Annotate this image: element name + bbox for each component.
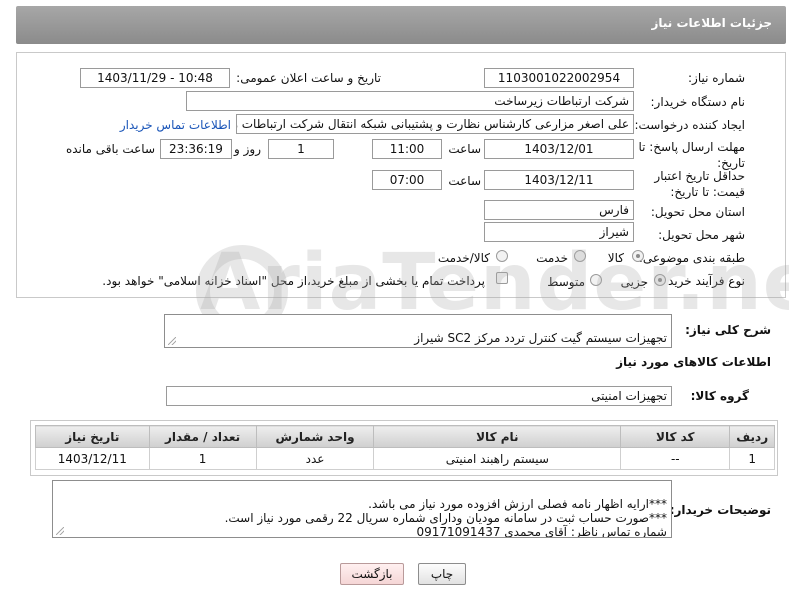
category-radio-goods[interactable] [632, 250, 644, 262]
process-radio-medium[interactable] [590, 274, 602, 286]
need-number-label: شماره نیاز: [688, 71, 745, 85]
city-label: شهر محل تحویل: [658, 228, 745, 242]
remaining-time-field: 23:36:19 [160, 139, 232, 159]
price-validity-label: حداقل تاریخ اعتبار قیمت: تا تاریخ: [654, 169, 745, 199]
items-table: ردیف کد کالا نام کالا واحد شمارش تعداد /… [35, 425, 775, 470]
description-text: تجهیزات سیستم گیت کنترل تردد مرکز SC2 شی… [414, 331, 667, 345]
price-time-field: 07:00 [372, 170, 442, 190]
cell-code: -- [620, 447, 731, 470]
price-date-field: 1403/12/11 [484, 170, 634, 190]
items-table-header: ردیف کد کالا نام کالا واحد شمارش تعداد /… [35, 425, 775, 448]
buyer-contact-link[interactable]: اطلاعات تماس خریدار [120, 118, 231, 132]
buyer-org-label: نام دستگاه خریدار: [650, 95, 746, 109]
col-qty: تعداد / مقدار [148, 425, 257, 448]
print-button[interactable]: چاپ [418, 563, 466, 585]
cell-row: 1 [729, 447, 775, 470]
col-unit: واحد شمارش [255, 425, 375, 448]
reply-date-field: 1403/12/01 [484, 139, 634, 159]
page-title: جزئیات اطلاعات نیاز [651, 16, 772, 30]
days-field: 1 [268, 139, 334, 159]
buyer-org-field: شرکت ارتباطات زیرساخت [186, 91, 634, 111]
goods-group-field: تجهیزات امنیتی [166, 386, 672, 406]
resize-grip-icon [168, 337, 176, 345]
process-option-medium: متوسط [547, 275, 585, 289]
province-field: فارس [484, 200, 634, 220]
goods-group-label: گروه کالا: [690, 389, 749, 403]
col-date: تاریخ نیاز [35, 425, 150, 448]
reply-deadline-label: مهلت ارسال پاسخ: تا تاریخ: [638, 140, 745, 170]
cell-qty: 1 [148, 447, 257, 470]
process-label: نوع فرآیند خرید : [660, 274, 745, 288]
category-option-service: خدمت [536, 251, 568, 265]
category-option-goods: کالا [607, 251, 624, 265]
treasury-payment-note: پرداخت تمام یا بخشی از مبلغ خرید،از محل … [102, 274, 485, 288]
category-label: طبقه بندی موضوعی: [638, 251, 745, 265]
category-radio-service[interactable] [574, 250, 586, 262]
province-label: استان محل تحویل: [650, 205, 745, 219]
description-label: شرح کلی نیاز: [685, 323, 771, 337]
announce-field: 1403/11/29 - 10:48 [80, 68, 230, 88]
need-number-field: 1103001022002954 [484, 68, 634, 88]
city-field: شیراز [484, 222, 634, 242]
announce-label: تاریخ و ساعت اعلان عمومی: [236, 71, 381, 85]
days-label: روز و [234, 142, 261, 156]
requester-field: علی اصغر مزارعی کارشناس نظارت و پشتیبانی… [236, 114, 634, 134]
requester-label: ایجاد کننده درخواست: [634, 118, 745, 132]
buyer-notes-textarea: ***ارایه اظهار نامه فصلی ارزش افزوده مور… [52, 480, 672, 538]
description-textarea: تجهیزات سیستم گیت کنترل تردد مرکز SC2 شی… [164, 314, 672, 348]
cell-date: 1403/12/11 [35, 447, 150, 470]
price-time-label: ساعت [448, 174, 481, 188]
col-code: کد کالا [620, 425, 731, 448]
resize-grip-icon [56, 527, 64, 535]
table-row: 1 -- سیستم راهبند امنیتی عدد 1 1403/12/1… [35, 447, 775, 470]
process-option-minor: جزیی [620, 275, 648, 289]
back-button[interactable]: بازگشت [340, 563, 404, 585]
process-radio-minor[interactable] [654, 274, 666, 286]
col-name: نام کالا [373, 425, 622, 448]
category-option-goods-service: کالا/خدمت [437, 251, 490, 265]
remaining-label: ساعت باقی مانده [65, 142, 155, 156]
cell-unit: عدد [255, 447, 375, 470]
page-header: جزئیات اطلاعات نیاز [16, 6, 786, 44]
goods-section-title: اطلاعات کالاهای مورد نیاز [616, 355, 771, 369]
buyer-notes-label: توضیحات خریدار: [669, 503, 771, 517]
cell-name: سیستم راهبند امنیتی [373, 447, 622, 470]
treasury-payment-checkbox[interactable] [496, 272, 508, 284]
category-radio-goods-service[interactable] [496, 250, 508, 262]
col-row: ردیف [729, 425, 775, 448]
buyer-notes-text: ***ارایه اظهار نامه فصلی ارزش افزوده مور… [224, 497, 667, 538]
reply-time-field: 11:00 [372, 139, 442, 159]
reply-time-label: ساعت [448, 142, 481, 156]
